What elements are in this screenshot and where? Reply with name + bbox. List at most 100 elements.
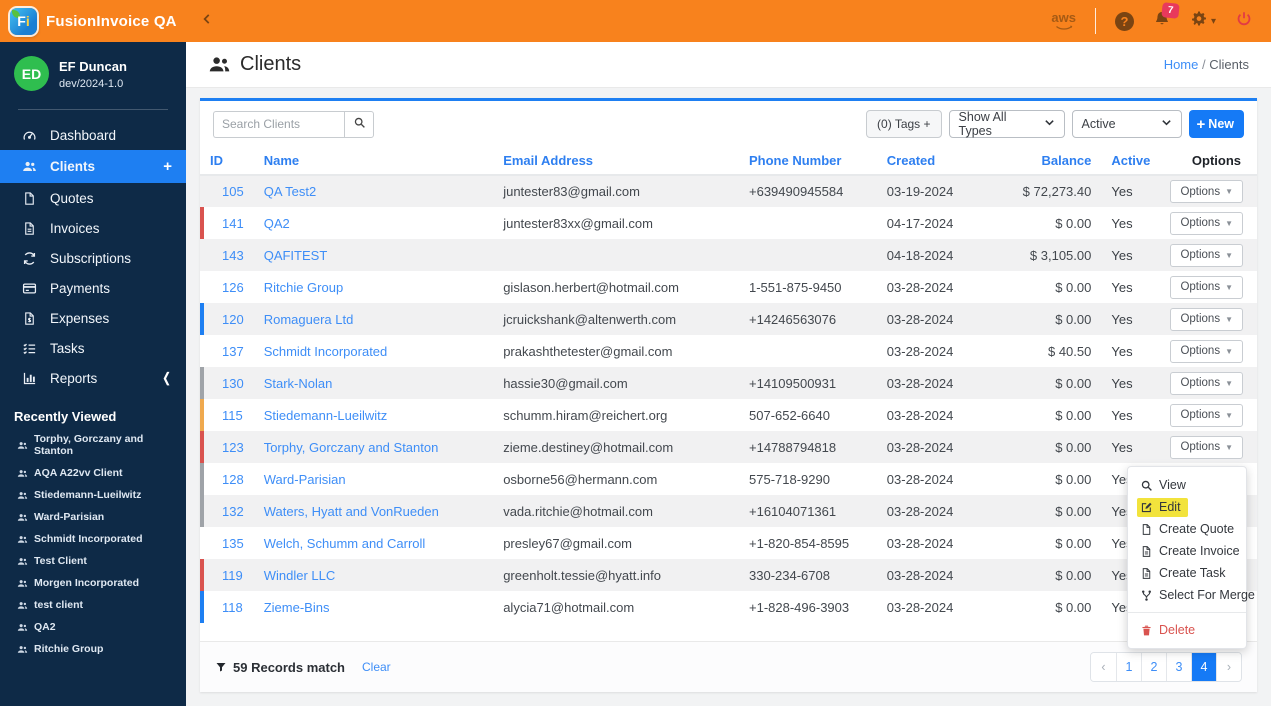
- menu-item-select-for-merge[interactable]: Select For Merge: [1128, 584, 1255, 606]
- options-button[interactable]: Options▼: [1170, 180, 1243, 203]
- tags-button[interactable]: (0) Tags +: [866, 110, 942, 138]
- options-button[interactable]: Options▼: [1170, 307, 1243, 331]
- client-name-link[interactable]: QAFITEST: [264, 248, 328, 263]
- credit-card-icon: [22, 281, 39, 296]
- client-name-link[interactable]: Windler LLC: [264, 568, 336, 583]
- sidebar-item-subscriptions[interactable]: Subscriptions: [0, 243, 186, 273]
- sidebar-item-invoices[interactable]: Invoices: [0, 213, 186, 243]
- pagination-prev[interactable]: ‹: [1091, 653, 1116, 681]
- column-header-name[interactable]: Name: [253, 146, 494, 176]
- recent-client-test-client[interactable]: test client: [0, 594, 186, 616]
- client-name-link[interactable]: Stark-Nolan: [264, 376, 333, 391]
- plus-icon[interactable]: +: [163, 158, 172, 175]
- recent-client-aqa-a22vv-client[interactable]: AQA A22vv Client: [0, 462, 186, 484]
- client-id-link[interactable]: 128: [222, 472, 244, 487]
- breadcrumb-home-link[interactable]: Home: [1164, 57, 1199, 72]
- logout-button[interactable]: [1235, 10, 1253, 33]
- menu-item-view[interactable]: View: [1128, 474, 1246, 496]
- options-button[interactable]: Options▼: [1170, 435, 1243, 459]
- sidebar-item-expenses[interactable]: Expenses: [0, 303, 186, 333]
- search-button[interactable]: [344, 110, 374, 138]
- options-button[interactable]: Options▼: [1170, 243, 1243, 267]
- client-name-cell: Ward-Parisian: [254, 463, 494, 495]
- client-id-link[interactable]: 120: [222, 312, 244, 327]
- client-id-link[interactable]: 118: [222, 600, 243, 615]
- type-select[interactable]: Show All Types: [948, 110, 1065, 138]
- status-select[interactable]: Active: [1071, 110, 1182, 138]
- search-input[interactable]: [213, 110, 344, 138]
- pagination-page-4[interactable]: 4: [1191, 653, 1216, 681]
- recent-client-ritchie-group[interactable]: Ritchie Group: [0, 638, 186, 660]
- pagination-page-2[interactable]: 2: [1141, 653, 1166, 681]
- client-name-link[interactable]: Ritchie Group: [264, 280, 343, 295]
- client-name-link[interactable]: Waters, Hyatt and VonRueden: [264, 504, 439, 519]
- pagination: ‹ 1 2 3 4 ›: [1090, 652, 1242, 682]
- client-name-link[interactable]: Stiedemann-Lueilwitz: [264, 408, 388, 423]
- menu-item-delete[interactable]: Delete: [1128, 619, 1246, 641]
- column-header-phone-number[interactable]: Phone Number: [739, 146, 877, 176]
- sidebar-item-quotes[interactable]: Quotes: [0, 183, 186, 213]
- client-name-link[interactable]: Zieme-Bins: [264, 600, 330, 615]
- client-id-link[interactable]: 123: [222, 440, 244, 455]
- sidebar-collapse-button[interactable]: [200, 12, 214, 31]
- pagination-page-1[interactable]: 1: [1116, 653, 1141, 681]
- menu-item-create-invoice[interactable]: Create Invoice: [1128, 540, 1246, 562]
- client-id-link[interactable]: 126: [222, 280, 244, 295]
- client-id-link[interactable]: 130: [222, 376, 244, 391]
- client-name-link[interactable]: Schmidt Incorporated: [264, 344, 388, 359]
- column-header-email-address[interactable]: Email Address: [493, 146, 739, 176]
- client-name-link[interactable]: Welch, Schumm and Carroll: [264, 536, 426, 551]
- recent-client-morgen-incorporated[interactable]: Morgen Incorporated: [0, 572, 186, 594]
- recent-client-test-client[interactable]: Test Client: [0, 550, 186, 572]
- client-active-cell: Yes: [1111, 407, 1133, 423]
- chevron-left-icon[interactable]: ❬: [161, 370, 172, 386]
- sidebar-item-dashboard[interactable]: Dashboard: [0, 120, 186, 150]
- client-name-link[interactable]: QA2: [264, 216, 290, 231]
- options-button[interactable]: Options▼: [1170, 403, 1243, 427]
- menu-item-edit[interactable]: Edit: [1128, 496, 1246, 518]
- client-id-link[interactable]: 132: [222, 504, 244, 519]
- sidebar-item-payments[interactable]: Payments: [0, 273, 186, 303]
- menu-item-create-task[interactable]: Create Task: [1128, 562, 1246, 584]
- user-panel[interactable]: ED EF Duncan dev/2024-1.0: [0, 42, 186, 101]
- app-brand[interactable]: Fi FusionInvoice QA: [0, 7, 186, 35]
- sidebar-item-reports[interactable]: Reports ❬: [0, 363, 186, 393]
- client-id-link[interactable]: 141: [222, 216, 244, 231]
- client-id-link[interactable]: 105: [222, 184, 244, 199]
- client-id-link[interactable]: 115: [222, 408, 243, 423]
- options-button[interactable]: Options▼: [1170, 371, 1243, 395]
- recent-client-stiedemann-lueilwitz[interactable]: Stiedemann-Lueilwitz: [0, 484, 186, 506]
- recent-client-schmidt-incorporated[interactable]: Schmidt Incorporated: [0, 528, 186, 550]
- pagination-next[interactable]: ›: [1216, 653, 1241, 681]
- client-name-link[interactable]: Torphy, Gorczany and Stanton: [264, 440, 439, 455]
- new-client-button[interactable]: + New: [1188, 110, 1244, 138]
- column-header-active[interactable]: Active: [1101, 146, 1161, 176]
- options-button[interactable]: Options▼: [1170, 211, 1243, 235]
- client-id-link[interactable]: 143: [222, 248, 244, 263]
- settings-button[interactable]: ▾: [1190, 10, 1216, 33]
- menu-item-create-quote[interactable]: Create Quote: [1128, 518, 1246, 540]
- client-id-link[interactable]: 137: [222, 344, 244, 359]
- clear-filter-link[interactable]: Clear: [362, 660, 391, 674]
- pagination-page-3[interactable]: 3: [1166, 653, 1191, 681]
- client-name-link[interactable]: Ward-Parisian: [264, 472, 346, 487]
- help-icon[interactable]: ?: [1114, 11, 1134, 31]
- column-header-id[interactable]: ID: [200, 146, 254, 176]
- client-id-cell: 141: [200, 207, 254, 239]
- client-id-link[interactable]: 135: [222, 536, 244, 551]
- client-id-link[interactable]: 119: [222, 568, 243, 583]
- client-email-cell: osborne56@hermann.com: [503, 471, 658, 487]
- client-name-link[interactable]: Romaguera Ltd: [264, 312, 354, 327]
- client-name-link[interactable]: QA Test2: [264, 184, 317, 199]
- recent-client-qa2[interactable]: QA2: [0, 616, 186, 638]
- recent-client-ward-parisian[interactable]: Ward-Parisian: [0, 506, 186, 528]
- sidebar-item-tasks[interactable]: Tasks: [0, 333, 186, 363]
- recent-client-torphy-gorczany-and-stanton[interactable]: Torphy, Gorczany and Stanton: [0, 428, 186, 462]
- client-name-cell: Windler LLC: [254, 559, 494, 591]
- column-header-balance[interactable]: Balance: [1012, 146, 1102, 176]
- options-button[interactable]: Options▼: [1170, 275, 1243, 299]
- column-header-created[interactable]: Created: [876, 146, 1013, 176]
- sidebar-item-clients[interactable]: Clients +: [0, 150, 186, 183]
- notifications-button[interactable]: 7: [1153, 1, 1180, 33]
- options-button[interactable]: Options▼: [1170, 339, 1243, 363]
